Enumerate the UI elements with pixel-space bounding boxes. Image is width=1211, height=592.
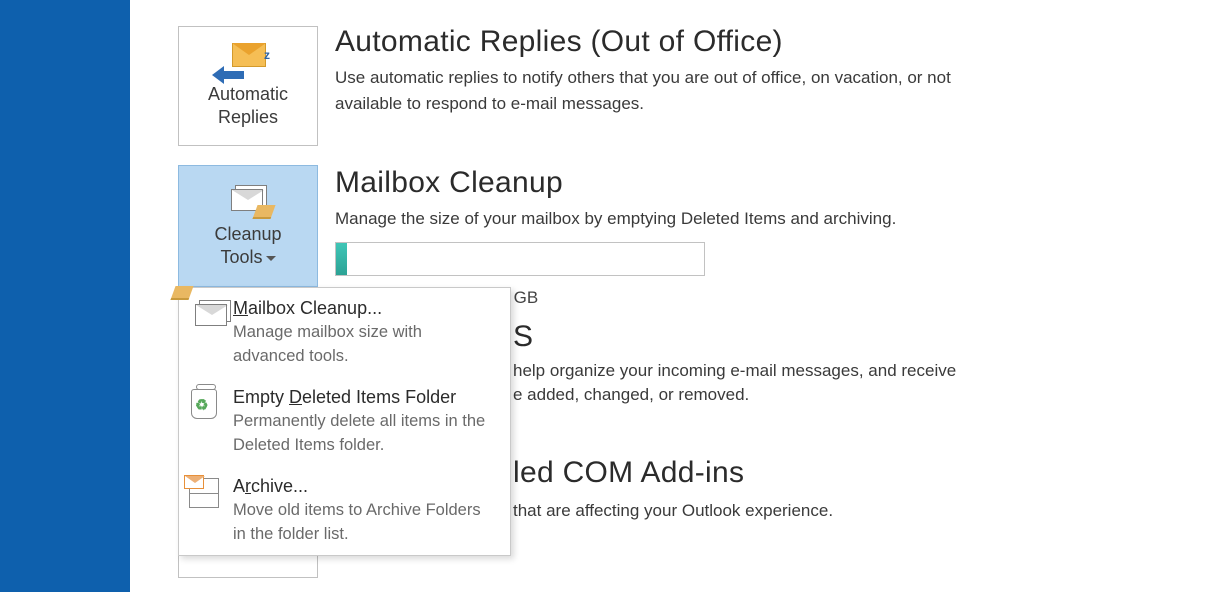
menu-item-desc: Permanently delete all items in the Dele… [233,410,496,458]
menu-item-mailbox-cleanup[interactable]: Mailbox Cleanup... Manage mailbox size w… [179,288,510,377]
recycle-icon: ♻ [189,387,227,423]
cleanup-tools-tile[interactable]: Cleanup Tools [178,165,318,287]
automatic-replies-desc: Use automatic replies to notify others t… [335,65,1005,118]
mailbox-quota-bar [335,242,705,276]
menu-item-archive[interactable]: Archive... Move old items to Archive Fol… [179,466,510,555]
automatic-replies-tile[interactable]: z Automatic Replies [178,26,318,146]
rules-desc-part2: e added, changed, or removed. [513,382,749,408]
mailbox-cleanup-heading: Mailbox Cleanup [335,166,896,200]
backstage-sidebar[interactable] [0,0,130,592]
menu-item-desc: Move old items to Archive Folders in the… [233,499,496,547]
automatic-replies-label: Automatic Replies [208,83,288,130]
menu-item-empty-deleted[interactable]: ♻ Empty Deleted Items Folder Permanently… [179,377,510,466]
automatic-replies-icon: z [226,43,270,77]
backstage-content: z Automatic Replies Cleanup Tools Automa… [130,0,1211,592]
cleanup-tools-icon [225,183,271,217]
addins-heading-suffix: led COM Add-ins [513,456,744,490]
cleanup-tools-label: Cleanup Tools [214,223,281,270]
mailbox-cleanup-icon [189,298,227,334]
menu-item-title: Mailbox Cleanup... [233,298,496,319]
chevron-down-icon [266,256,276,261]
archive-icon [189,476,227,512]
rules-desc-part1: help organize your incoming e-mail messa… [513,358,956,384]
rules-heading-suffix: S [513,320,533,354]
menu-item-title: Empty Deleted Items Folder [233,387,496,408]
addins-desc-part: that are affecting your Outlook experien… [513,498,833,524]
mailbox-cleanup-desc: Manage the size of your mailbox by empty… [335,206,896,232]
menu-item-title: Archive... [233,476,496,497]
automatic-replies-heading: Automatic Replies (Out of Office) [335,25,1005,59]
cleanup-tools-menu: Mailbox Cleanup... Manage mailbox size w… [178,287,511,556]
menu-item-desc: Manage mailbox size with advanced tools. [233,321,496,369]
